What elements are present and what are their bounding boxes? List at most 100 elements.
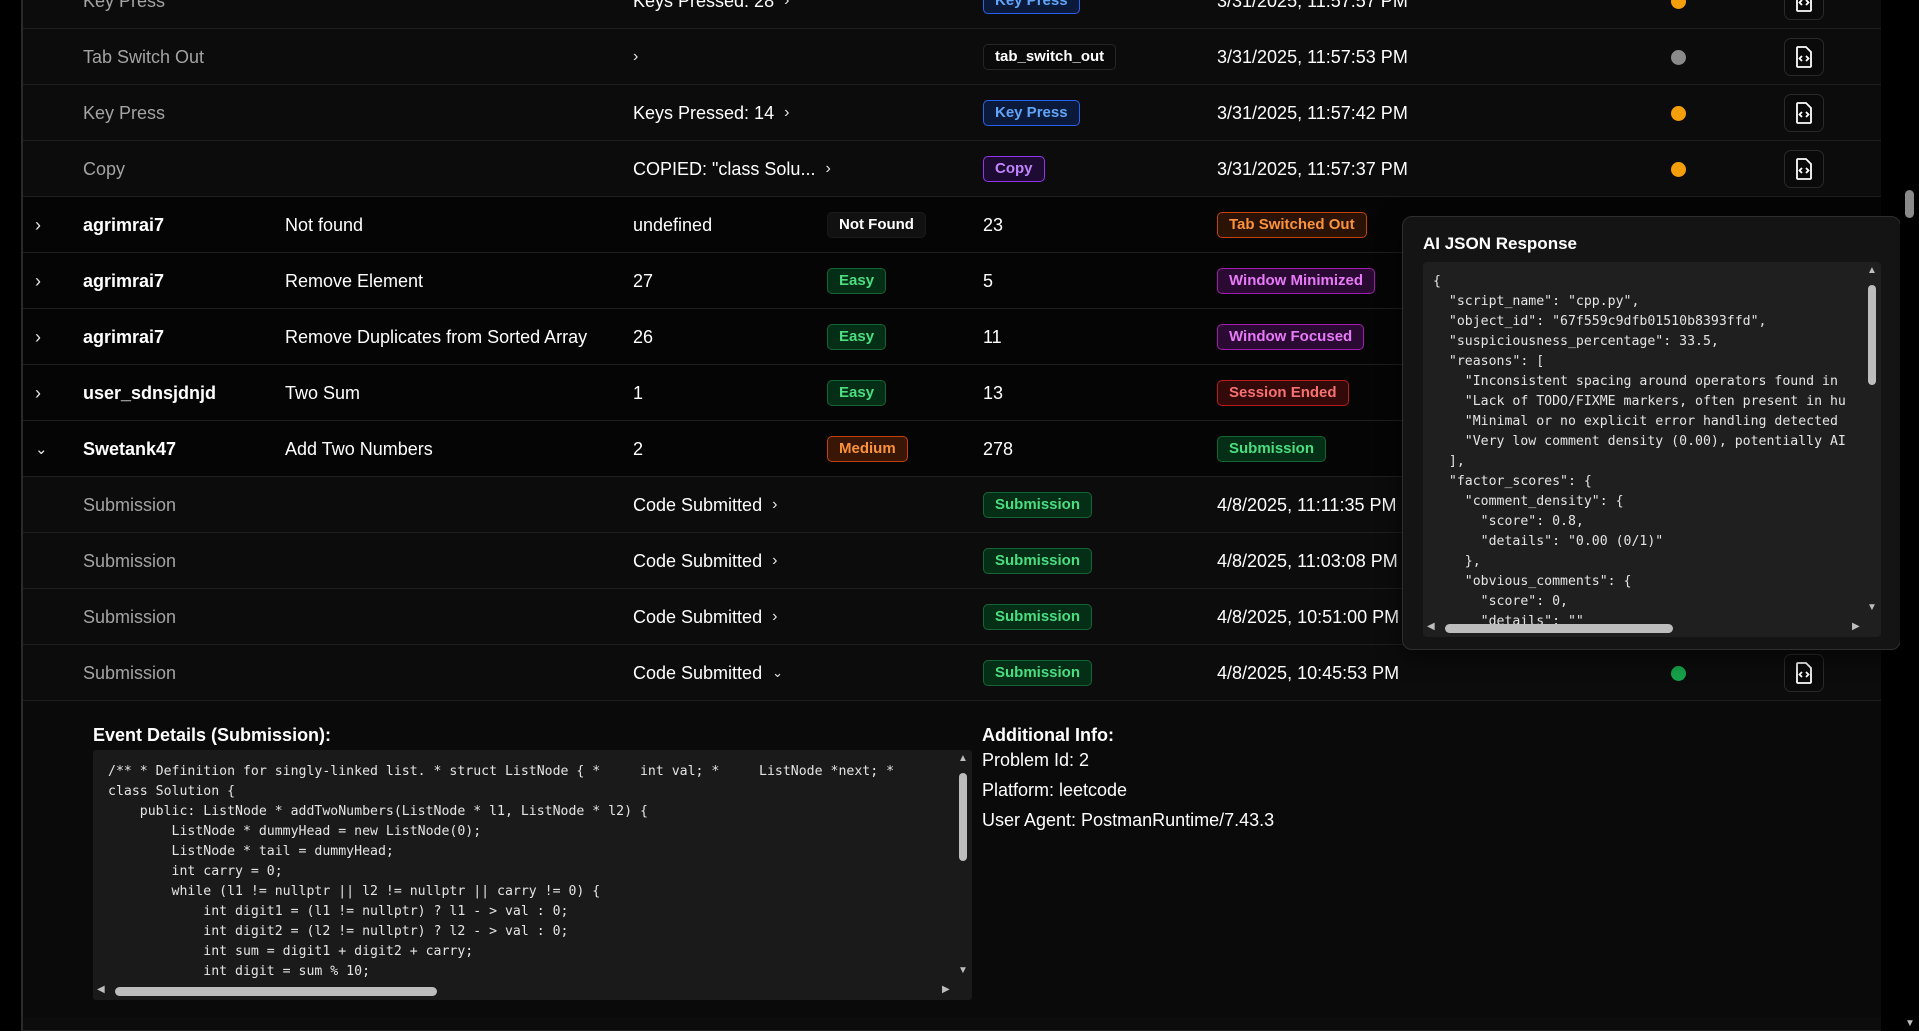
status-dot [1671, 0, 1686, 9]
page-scroll-thumb[interactable] [1905, 190, 1914, 218]
chevron-right-icon[interactable]: › [35, 197, 41, 253]
event-detail-text: Keys Pressed: 28 [633, 0, 775, 11]
scroll-right-icon[interactable]: ▶ [1852, 621, 1860, 632]
code-viewer[interactable]: /** * Definition for singly-linked list.… [93, 750, 972, 1000]
username: agrimrai7 [83, 214, 165, 235]
json-horizontal-scrollbar[interactable]: ◀ ▶ [1427, 621, 1867, 635]
status-dot [1671, 161, 1686, 177]
scroll-up-icon[interactable]: ▲ [958, 753, 968, 764]
event-timestamp: 3/31/2025, 11:57:57 PM [1217, 0, 1408, 11]
chevron-right-icon[interactable]: › [35, 365, 41, 421]
page-scrollbar[interactable]: ▼ [1900, 0, 1919, 1031]
scroll-down-icon[interactable]: ▼ [1905, 1018, 1915, 1029]
additional-info-title: Additional Info: [982, 725, 1114, 745]
event-timestamp: 4/8/2025, 11:11:35 PM [1217, 494, 1397, 515]
chevron-down-icon[interactable]: ⌄ [35, 421, 48, 477]
event-count: 23 [983, 214, 1004, 235]
event-timestamp: 4/8/2025, 10:45:53 PM [1217, 662, 1400, 683]
event-details-title: Event Details (Submission): [93, 725, 332, 745]
difficulty-badge: Easy [827, 324, 887, 350]
event-timestamp: 4/8/2025, 11:03:08 PM [1217, 550, 1398, 571]
view-json-button[interactable] [1784, 150, 1824, 188]
chevron-right-icon[interactable]: › [35, 309, 41, 365]
view-json-button[interactable] [1784, 94, 1824, 132]
scroll-left-icon[interactable]: ◀ [97, 984, 105, 995]
username: agrimrai7 [83, 326, 165, 347]
scroll-down-icon[interactable]: ▼ [1867, 602, 1877, 613]
chevron-right-icon: › [784, 104, 790, 121]
event-badge: Key Press [983, 0, 1080, 14]
scroll-right-icon[interactable]: ▶ [942, 984, 950, 995]
file-code-icon [1796, 0, 1812, 12]
chevron-right-icon[interactable]: › [35, 253, 41, 309]
scroll-thumb[interactable] [115, 987, 437, 996]
event-detail-link[interactable]: › [633, 29, 638, 85]
last-event-badge: Submission [1217, 436, 1327, 462]
status-dot [1671, 49, 1686, 65]
event-detail-text: Code Submitted [633, 550, 763, 571]
platform-info: Platform: leetcode [982, 780, 1128, 800]
event-detail-link[interactable]: Code Submitted › [633, 533, 777, 589]
event-detail-text: Code Submitted [633, 662, 763, 683]
event-count: 13 [983, 382, 1004, 403]
last-event-badge: Session Ended [1217, 380, 1349, 406]
view-json-button[interactable] [1784, 0, 1824, 20]
code-horizontal-scrollbar[interactable]: ◀ ▶ [97, 984, 957, 998]
problem-name: Remove Element [285, 270, 424, 291]
app-frame: Key Press Keys Pressed: 28 › Key Press 3/… [0, 0, 1919, 1031]
event-detail-text: Code Submitted [633, 494, 763, 515]
view-json-button[interactable] [1784, 654, 1824, 692]
event-detail-text: Code Submitted [633, 606, 763, 627]
event-row: Key Press Keys Pressed: 28 › Key Press 3/… [23, 0, 1881, 29]
file-code-icon [1796, 102, 1812, 124]
problem-id-info: Problem Id: 2 [982, 750, 1090, 770]
username: Swetank47 [83, 438, 177, 459]
difficulty-badge: Not Found [827, 212, 926, 238]
event-row: Key Press Keys Pressed: 14 › Key Press 3/… [23, 85, 1881, 141]
scroll-up-icon[interactable]: ▲ [1867, 265, 1877, 276]
ai-json-popup[interactable]: AI JSON Response { "script_name": "cpp.p… [1402, 216, 1901, 650]
event-type: Key Press [83, 102, 166, 123]
scroll-thumb[interactable] [959, 773, 967, 861]
next-row-partial [23, 1017, 1881, 1031]
scroll-down-icon[interactable]: ▼ [958, 965, 968, 976]
event-badge: Key Press [983, 100, 1080, 126]
ai-json-text: { "script_name": "cpp.py", "object_id": … [1433, 274, 1846, 629]
difficulty-badge: Easy [827, 268, 887, 294]
json-viewer[interactable]: { "script_name": "cpp.py", "object_id": … [1423, 262, 1881, 637]
event-type: Tab Switch Out [83, 46, 205, 67]
problem-name: Not found [285, 214, 364, 235]
status-dot [1671, 105, 1686, 121]
event-detail-link[interactable]: Keys Pressed: 14 › [633, 85, 789, 141]
chevron-right-icon: › [784, 0, 790, 9]
scroll-left-icon[interactable]: ◀ [1427, 621, 1435, 632]
scroll-thumb[interactable] [1868, 285, 1876, 385]
event-detail-link[interactable]: Code Submitted ⌄ [633, 645, 783, 701]
problem-id: 1 [633, 382, 644, 403]
code-vertical-scrollbar[interactable]: ▲ ▼ [957, 753, 969, 980]
difficulty-badge: Easy [827, 380, 887, 406]
event-timestamp: 3/31/2025, 11:57:42 PM [1217, 102, 1408, 123]
chevron-down-icon: ⌄ [772, 665, 783, 680]
problem-name: Two Sum [285, 382, 361, 403]
chevron-right-icon: › [825, 160, 831, 177]
event-timestamp: 3/31/2025, 11:57:37 PM [1217, 158, 1408, 179]
scroll-thumb[interactable] [1445, 624, 1673, 633]
json-vertical-scrollbar[interactable]: ▲ ▼ [1866, 265, 1878, 617]
event-type: Key Press [83, 0, 166, 11]
file-code-icon [1796, 158, 1812, 180]
event-timestamp: 3/31/2025, 11:57:53 PM [1217, 46, 1408, 67]
problem-name: Add Two Numbers [285, 438, 433, 459]
view-json-button[interactable] [1784, 38, 1824, 76]
event-detail-link[interactable]: COPIED: "class Solu... › [633, 141, 831, 197]
event-row-expanded: Submission Code Submitted ⌄ Submission 4/… [23, 645, 1881, 701]
event-detail-link[interactable]: Code Submitted › [633, 589, 777, 645]
event-badge: tab_switch_out [983, 44, 1117, 70]
event-badge: Submission [983, 492, 1093, 518]
event-detail-link[interactable]: Keys Pressed: 28 › [633, 0, 789, 29]
event-detail-link[interactable]: Code Submitted › [633, 477, 777, 533]
user-agent-info: User Agent: PostmanRuntime/7.43.3 [982, 810, 1275, 830]
username: user_sdnsjdnjd [83, 382, 217, 403]
event-row: Tab Switch Out › tab_switch_out 3/31/202… [23, 29, 1881, 85]
username: agrimrai7 [83, 270, 165, 291]
